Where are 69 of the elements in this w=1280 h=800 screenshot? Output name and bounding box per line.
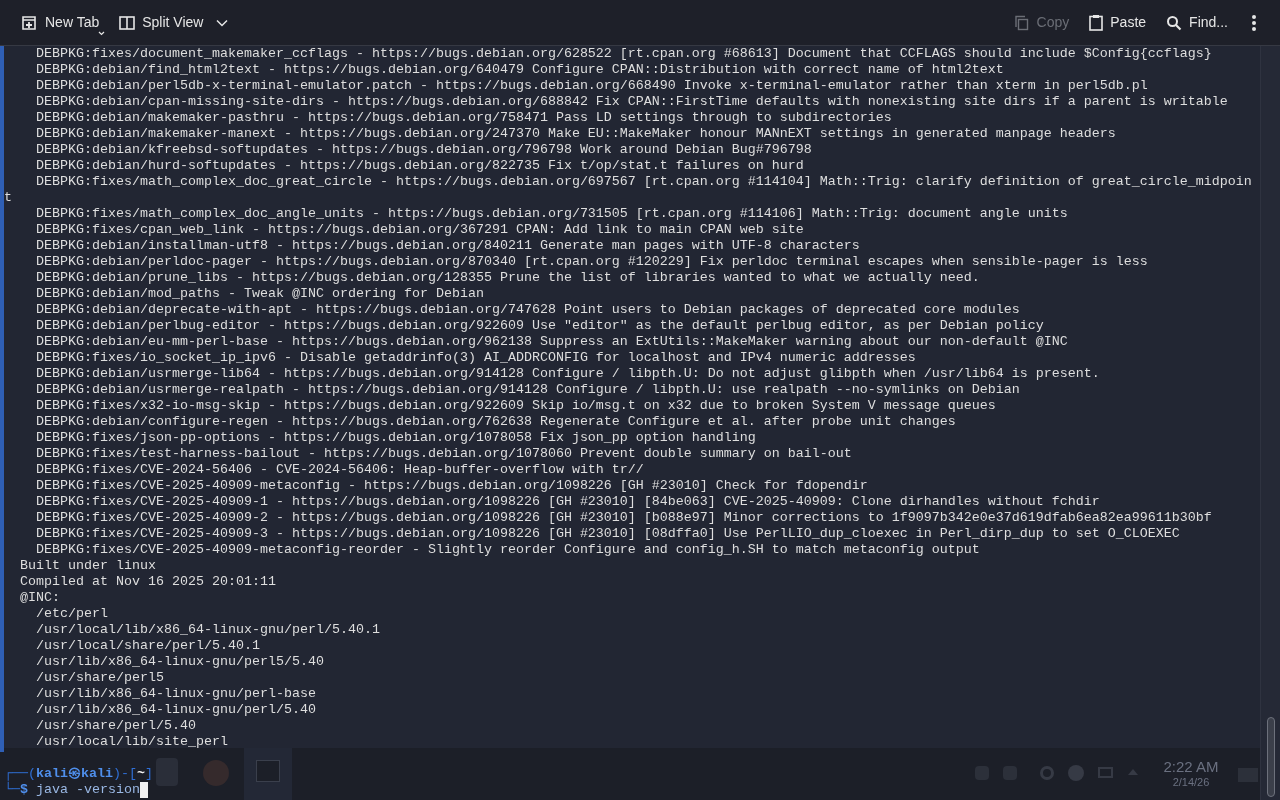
terminal-line: DEBPKG:debian/perlbug-editor - https://bugs.debian.org/922609 Use "editor" as the default perlbug editor, as per Debian policy xyxy=(36,318,1044,333)
terminal-line: DEBPKG:debian/cpan-missing-site-dirs - https://bugs.debian.org/688842 Fix CPAN::FirstTime defaults with nonexisting site dirs if a parent is writable xyxy=(36,94,1228,109)
terminal-line: DEBPKG:fixes/math_complex_doc_great_circle - https://bugs.debian.org/697567 [rt.cpan.org #114104] Math::Trig: clarify definition of great_circle_midpoin xyxy=(36,174,1252,189)
terminal-line: DEBPKG:fixes/x32-io-msg-skip - https://bugs.debian.org/922609 Skip io/msg.t on x32 due to broken System V message queues xyxy=(36,398,996,413)
terminal-line: DEBPKG:fixes/CVE-2025-40909-1 - https://bugs.debian.org/1098226 [GH #23010] [84be063] CVE-2025-40909: Clone dirhandles without fchdir xyxy=(36,494,1100,509)
terminal-line: DEBPKG:debian/makemaker-manext - https://bugs.debian.org/247370 Make EU::MakeMaker honour MANnEXT settings in generated manpage headers xyxy=(36,126,1116,141)
text-cursor xyxy=(140,782,148,798)
terminal-line: DEBPKG:fixes/document_makemaker_ccflags - https://bugs.debian.org/628522 [rt.cpan.org #68613] Document that CCFLAGS should include $Config{ccflags} xyxy=(36,46,1212,61)
find-button[interactable]: Find... xyxy=(1158,6,1236,39)
prompt-frame: ] xyxy=(145,766,153,782)
terminal-line: DEBPKG:fixes/CVE-2024-56406 - CVE-2024-56406: Heap-buffer-overflow with tr// xyxy=(36,462,644,477)
terminal-line: DEBPKG:debian/configure-regen - https://bugs.debian.org/762638 Regenerate Configure et al. after probe unit changes xyxy=(36,414,956,429)
terminal-line: DEBPKG:debian/usrmerge-lib64 - https://bugs.debian.org/914128 Configure / libpth.U: Do not adjust glibpth when /usr/lib64 is present. xyxy=(36,366,1100,381)
copy-icon xyxy=(1013,14,1030,31)
terminal-line: t xyxy=(4,190,12,205)
chevron-down-icon xyxy=(216,18,229,27)
terminal-line: DEBPKG:debian/hurd-softupdates - https://bugs.debian.org/822735 Fix t/op/stat.t failures on hurd xyxy=(36,158,804,173)
terminal-line: DEBPKG:fixes/CVE-2025-40909-metaconfig-reorder - Slightly reorder Configure and config_h.SH to match metaconfig output xyxy=(36,542,980,557)
terminal-line: Compiled at Nov 16 2025 20:01:11 xyxy=(20,574,276,589)
terminal-line: /usr/share/perl5 xyxy=(36,670,164,685)
split-view-icon xyxy=(119,14,136,31)
tray-arrow-icon[interactable] xyxy=(1128,769,1138,775)
terminal-line: DEBPKG:debian/perl5db-x-terminal-emulator.patch - https://bugs.debian.org/668490 Invoke x-terminal-emulator rather than xterm in perl5db.pl xyxy=(36,78,1148,93)
terminal-line: /usr/lib/x86_64-linux-gnu/perl/5.40 xyxy=(36,702,316,717)
terminal-line: DEBPKG:fixes/math_complex_doc_angle_units - https://bugs.debian.org/731505 [rt.cpan.org #114106] Math::Trig: document angle units xyxy=(36,206,1068,221)
prompt-symbol: $ xyxy=(20,782,28,798)
split-view-button[interactable]: Split View xyxy=(111,6,237,39)
clipboard-icon xyxy=(1089,14,1104,31)
display-icon[interactable] xyxy=(1098,767,1113,778)
paste-button[interactable]: Paste xyxy=(1081,6,1155,39)
terminal-line: DEBPKG:fixes/CVE-2025-40909-3 - https://bugs.debian.org/1098226 [GH #23010] [08dffa0] Use PerlLIO_dup_cloexec in Perl_dirp_dup to set O_CLOEXEC xyxy=(36,526,1180,541)
prompt-user: kali㉿kali xyxy=(36,766,113,782)
terminal-line: DEBPKG:fixes/json-pp-options - https://bugs.debian.org/1078058 Fix json_pp option handling xyxy=(36,430,756,445)
terminal-line: DEBPKG:debian/deprecate-with-apt - https://bugs.debian.org/747628 Point users to Debian packages of deprecated core modules xyxy=(36,302,1020,317)
terminal-line: DEBPKG:fixes/test-harness-bailout - https://bugs.debian.org/1078060 Prevent double summary on bail-out xyxy=(36,446,852,461)
terminal-line: DEBPKG:debian/prune_libs - https://bugs.debian.org/128355 Prune the list of libraries wanted to what we actually need. xyxy=(36,270,980,285)
terminal-line: DEBPKG:debian/perldoc-pager - https://bugs.debian.org/870340 [rt.cpan.org #120229] Fix perldoc terminal escapes when sensible-pager is less xyxy=(36,254,1148,269)
terminal-line: DEBPKG:debian/usrmerge-realpath - https://bugs.debian.org/914128 Configure / libpth.U: use realpath --no-symlinks on Debian xyxy=(36,382,1020,397)
terminal-line: Built under linux xyxy=(20,558,156,573)
terminal-line: DEBPKG:debian/find_html2text - https://bugs.debian.org/640479 Configure CPAN::Distribution with correct name of html2text xyxy=(36,62,1004,77)
caret-icon xyxy=(98,30,106,36)
terminal-line: DEBPKG:fixes/CVE-2025-40909-metaconfig - https://bugs.debian.org/1098226 [GH #23010] Check for fdopendir xyxy=(36,478,868,493)
terminal-line: DEBPKG:debian/mod_paths - Tweak @INC ordering for Debian xyxy=(36,286,484,301)
terminal-line: @INC: xyxy=(20,590,60,605)
terminal-line: /usr/lib/x86_64-linux-gnu/perl5/5.40 xyxy=(36,654,324,669)
command-text: java -version xyxy=(35,782,140,798)
terminal-line: DEBPKG:debian/eu-mm-perl-base - https://bugs.debian.org/962138 Suppress an ExtUtils::MakeMaker warning about our non-default @INC xyxy=(36,334,1068,349)
prompt-frame: └─ xyxy=(4,782,20,798)
terminal-line: DEBPKG:debian/makemaker-pasthru - https://bugs.debian.org/758471 Pass LD settings through to subdirectories xyxy=(36,110,892,125)
search-icon xyxy=(1166,14,1183,31)
terminal-line: DEBPKG:debian/installman-utf8 - https://bugs.debian.org/840211 Generate man pages with UTF-8 characters xyxy=(36,238,860,253)
terminal-line: DEBPKG:fixes/cpan_web_link - https://bugs.debian.org/367291 CPAN: Add link to main CPAN web site xyxy=(36,222,804,237)
terminal-line: /usr/share/perl/5.40 xyxy=(36,718,196,733)
terminal-line: DEBPKG:fixes/io_socket_ip_ipv6 - Disable getaddrinfo(3) AI_ADDRCONFIG for localhost and IPv4 numeric addresses xyxy=(36,350,916,365)
prompt-frame: ┌──( xyxy=(4,766,36,782)
terminal-line: /etc/perl xyxy=(36,606,108,621)
prompt-frame: )-[ xyxy=(113,766,137,782)
terminal-line: DEBPKG:fixes/CVE-2025-40909-2 - https://bugs.debian.org/1098226 [GH #23010] [b088e97] Minor corrections to 1f9097b342e0e37d619dfab6ea82ea99611b30bf xyxy=(36,510,1212,525)
new-tab-button[interactable]: New Tab xyxy=(12,6,108,39)
prompt-directory: ~ xyxy=(137,766,145,782)
terminal-line: /usr/local/share/perl/5.40.1 xyxy=(36,638,260,653)
terminal-line: /usr/lib/x86_64-linux-gnu/perl-base xyxy=(36,686,316,701)
terminal-line: DEBPKG:debian/kfreebsd-softupdates - https://bugs.debian.org/796798 Work around Debian Bug#796798 xyxy=(36,142,812,157)
terminal-line: /usr/local/lib/x86_64-linux-gnu/perl/5.40.1 xyxy=(36,622,380,637)
menu-icon xyxy=(1252,14,1256,31)
scrollbar-thumb[interactable] xyxy=(1266,717,1275,797)
terminal-line: /usr/local/lib/site_perl xyxy=(36,734,228,749)
new-tab-icon xyxy=(20,14,38,31)
terminal-taskbar-icon[interactable] xyxy=(244,748,292,800)
